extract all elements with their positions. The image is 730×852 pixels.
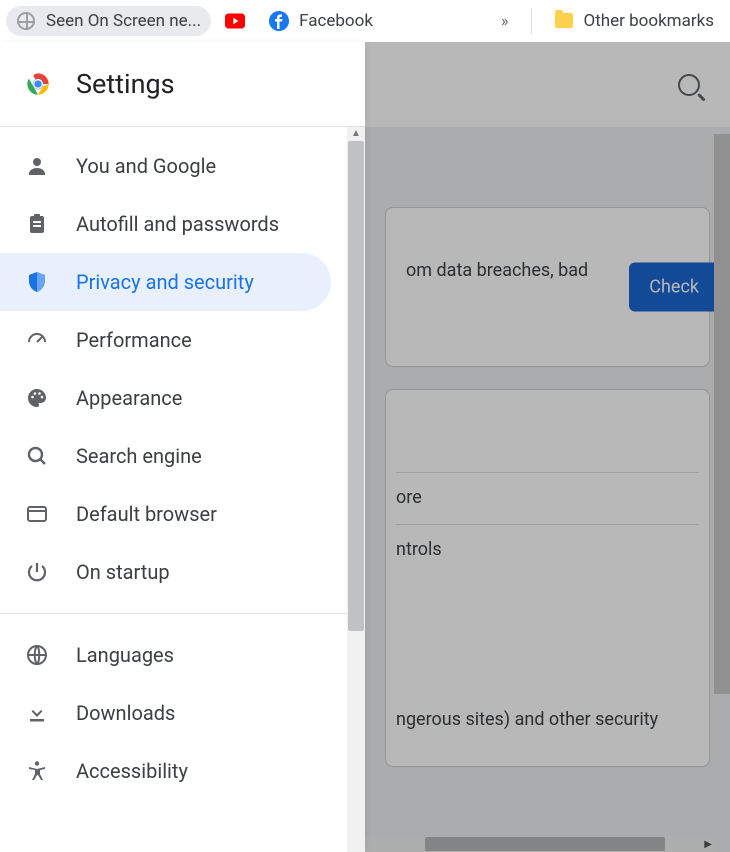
search-icon[interactable] xyxy=(678,74,700,96)
content-vscroll-thumb[interactable] xyxy=(714,134,730,694)
row-controls[interactable]: ntrols xyxy=(396,525,699,575)
bookmarks-bar: Seen On Screen ne... Facebook » Other bo… xyxy=(0,0,730,42)
content-body: om data breaches, bad Check ore ntrols n… xyxy=(365,127,730,787)
check-now-button[interactable]: Check xyxy=(629,263,719,312)
nav-item-privacy[interactable]: Privacy and security xyxy=(0,253,331,311)
nav-item-label: Default browser xyxy=(76,502,217,526)
row-security[interactable]: ngerous sites) and other security xyxy=(396,695,699,745)
power-icon xyxy=(24,559,50,585)
nav-item-performance[interactable]: Performance xyxy=(0,311,331,369)
palette-icon xyxy=(24,385,50,411)
bookmark-label: Facebook xyxy=(299,11,373,31)
nav-list: You and Google Autofill and passwords Priv… xyxy=(0,127,365,800)
shield-icon xyxy=(24,269,50,295)
globe-icon xyxy=(24,642,50,668)
bookmarks-overflow[interactable]: » xyxy=(491,11,519,30)
nav-item-on-startup[interactable]: On startup xyxy=(0,543,331,601)
bookmark-facebook[interactable]: Facebook xyxy=(259,6,383,36)
content-hscroll[interactable]: ▶ xyxy=(365,836,714,852)
content-header xyxy=(365,42,730,127)
nav-divider xyxy=(0,613,365,614)
settings-app: om data breaches, bad Check ore ntrols n… xyxy=(0,42,730,852)
globe-icon xyxy=(16,11,36,31)
facebook-icon xyxy=(269,11,289,31)
drawer-header: Settings xyxy=(0,42,365,127)
browser-icon xyxy=(24,501,50,527)
nav-item-label: Languages xyxy=(76,643,174,667)
speed-icon xyxy=(24,327,50,353)
folder-icon xyxy=(554,11,574,31)
divider xyxy=(531,8,532,34)
bookmark-label: Seen On Screen ne... xyxy=(46,11,201,31)
content-hscroll-thumb[interactable] xyxy=(425,837,665,851)
scroll-right-icon[interactable]: ▶ xyxy=(704,839,712,850)
bookmark-youtube[interactable] xyxy=(215,6,255,36)
nav-item-label: Autofill and passwords xyxy=(76,212,279,236)
drawer-scroll-area: You and Google Autofill and passwords Priv… xyxy=(0,127,365,852)
privacy-card: ore ntrols ngerous sites) and other secu… xyxy=(385,389,710,767)
scroll-up-icon[interactable]: ▲ xyxy=(347,127,365,141)
download-icon xyxy=(24,700,50,726)
nav-item-label: Appearance xyxy=(76,386,182,410)
nav-item-accessibility[interactable]: Accessibility xyxy=(0,742,331,800)
drawer-title: Settings xyxy=(76,68,175,100)
nav-item-label: Privacy and security xyxy=(76,270,254,294)
search-icon xyxy=(24,443,50,469)
drawer-vscroll[interactable]: ▲ xyxy=(347,127,365,852)
settings-drawer: Settings You and Google Autofill and pass… xyxy=(0,42,365,852)
accessibility-icon xyxy=(24,758,50,784)
bookmark-label: Other bookmarks xyxy=(584,11,714,31)
nav-item-label: Performance xyxy=(76,328,192,352)
other-bookmarks[interactable]: Other bookmarks xyxy=(544,6,724,36)
nav-item-label: You and Google xyxy=(76,154,216,178)
nav-item-label: Accessibility xyxy=(76,759,188,783)
nav-item-label: On startup xyxy=(76,560,170,584)
chrome-logo-icon xyxy=(22,68,54,100)
nav-item-you-and-google[interactable]: You and Google xyxy=(0,137,331,195)
drawer-vscroll-thumb[interactable] xyxy=(348,141,364,631)
settings-content-dimmed: om data breaches, bad Check ore ntrols n… xyxy=(365,42,730,852)
youtube-icon xyxy=(225,11,245,31)
nav-item-default-browser[interactable]: Default browser xyxy=(0,485,331,543)
row-more[interactable]: ore xyxy=(396,473,699,524)
assignment-icon xyxy=(24,211,50,237)
bookmark-seen-on-screen[interactable]: Seen On Screen ne... xyxy=(6,6,211,36)
nav-item-languages[interactable]: Languages xyxy=(0,626,331,684)
nav-item-autofill[interactable]: Autofill and passwords xyxy=(0,195,331,253)
nav-item-downloads[interactable]: Downloads xyxy=(0,684,331,742)
nav-item-label: Search engine xyxy=(76,444,202,468)
person-icon xyxy=(24,153,50,179)
nav-item-appearance[interactable]: Appearance xyxy=(0,369,331,427)
nav-item-label: Downloads xyxy=(76,701,175,725)
safety-check-card: om data breaches, bad Check xyxy=(385,207,710,367)
nav-item-search-engine[interactable]: Search engine xyxy=(0,427,331,485)
